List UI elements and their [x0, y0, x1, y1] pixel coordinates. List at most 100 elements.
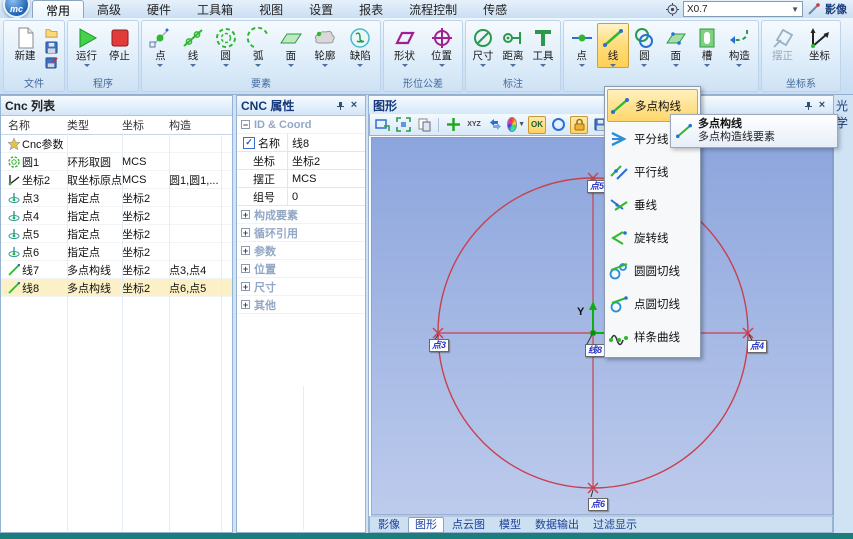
tab-gongjuxiang[interactable]: 工具箱 [184, 0, 246, 18]
construct-slot-button[interactable]: 槽 [691, 23, 722, 68]
table-row[interactable]: 点5 指定点 坐标2 [1, 225, 232, 243]
copy-view-icon[interactable] [415, 116, 433, 134]
tab-gaoji[interactable]: 高级 [84, 0, 134, 18]
section-id-coord[interactable]: − ID & Coord [237, 116, 365, 134]
property-row[interactable]: ✓名称 线8 [237, 134, 365, 152]
feature-circle-button[interactable]: 圆 [209, 23, 242, 68]
collapse-icon[interactable]: − [241, 120, 250, 129]
xyz-icon[interactable]: XYZ [465, 116, 483, 134]
circle-select-icon[interactable] [549, 116, 567, 134]
property-row[interactable]: 摆正 MCS [237, 170, 365, 188]
tab-yingjian[interactable]: 硬件 [134, 0, 184, 18]
tab-shezhi[interactable]: 设置 [296, 0, 346, 18]
col-coord[interactable]: 坐标 [122, 117, 169, 133]
tab-pointcloud[interactable]: 点云图 [446, 518, 491, 532]
shape-tolerance-button[interactable]: 形状 [386, 23, 423, 68]
add-icon[interactable] [444, 116, 462, 134]
stop-button[interactable]: 停止 [103, 23, 136, 63]
open-folder-icon[interactable] [45, 26, 58, 39]
application-orb-button[interactable]: mc [3, 0, 30, 18]
feature-defect-button[interactable]: 缺陷 [343, 23, 378, 68]
expand-icon[interactable]: + [241, 210, 250, 219]
menu-item-spline-curve[interactable]: 样条曲线 [607, 320, 698, 353]
section-collapsed[interactable]: +参数 [237, 242, 365, 260]
tab-model[interactable]: 模型 [493, 518, 527, 532]
position-tolerance-button[interactable]: 位置 [423, 23, 460, 68]
distance-button[interactable]: 距离 [498, 23, 528, 68]
run-button[interactable]: 运行 [70, 23, 103, 68]
tab-liuchengkongzhi[interactable]: 流程控制 [396, 0, 470, 18]
expand-icon[interactable]: + [241, 282, 250, 291]
save-icon[interactable] [45, 41, 58, 54]
feature-plane-button[interactable]: 面 [275, 23, 308, 68]
magnification-combobox[interactable]: X0.7 ▼ [683, 1, 803, 17]
coordinate-button[interactable]: 坐标 [801, 23, 838, 63]
lock-icon[interactable] [570, 116, 588, 134]
table-row[interactable]: Cnc参数 [1, 135, 232, 153]
property-value[interactable]: 0 [287, 188, 365, 205]
property-value[interactable]: MCS [287, 170, 365, 187]
table-row[interactable]: 圆1 环形取圆 MCS [1, 153, 232, 171]
table-row[interactable]: 线7 多点构线 坐标2 点3,点4 [1, 261, 232, 279]
table-row[interactable]: 点4 指定点 坐标2 [1, 207, 232, 225]
col-type[interactable]: 类型 [67, 117, 122, 133]
menu-item-parallel-line[interactable]: 平行线 [607, 155, 698, 188]
close-icon[interactable]: × [347, 99, 361, 112]
section-collapsed[interactable]: +位置 [237, 260, 365, 278]
target-icon[interactable] [666, 3, 679, 16]
canvas-label-p6[interactable]: 点6 [588, 498, 608, 511]
section-collapsed[interactable]: +循环引用 [237, 224, 365, 242]
section-collapsed[interactable]: +其他 [237, 296, 365, 314]
expand-icon[interactable]: + [241, 300, 250, 309]
construct-circle-button[interactable]: 圆 [629, 23, 660, 68]
pin-icon[interactable] [801, 99, 815, 112]
table-row[interactable]: 坐标2 取坐标原点 MCS 圆1,圆1,... [1, 171, 232, 189]
close-icon[interactable]: × [815, 99, 829, 112]
tab-changyong[interactable]: 常用 [32, 0, 84, 19]
ok-toggle-icon[interactable]: OK [528, 116, 546, 134]
col-name[interactable]: 名称 [1, 117, 67, 133]
tab-graphics[interactable]: 图形 [408, 517, 444, 533]
property-row[interactable]: 组号 0 [237, 188, 365, 206]
zoom-rect-icon[interactable] [373, 116, 391, 134]
align-button[interactable]: 摆正 [764, 23, 801, 63]
checkbox-checked-icon[interactable]: ✓ [243, 137, 255, 149]
tools-button[interactable]: 工具 [528, 23, 558, 68]
optics-side-tab[interactable]: 光学 [836, 97, 853, 131]
construct-line-button[interactable]: 线 [597, 23, 628, 68]
property-value[interactable]: 线8 [287, 134, 365, 151]
canvas-label-l8[interactable]: 线8 [585, 344, 605, 357]
tab-image[interactable]: 影像 [372, 518, 406, 532]
property-row[interactable]: 坐标 坐标2 [237, 152, 365, 170]
construct-build-button[interactable]: 构造 [723, 23, 756, 68]
dimension-button[interactable]: 尺寸 [468, 23, 498, 68]
color-wheel-icon[interactable]: ▼ [507, 116, 525, 134]
tab-chuangan[interactable]: 传感 [470, 0, 520, 18]
swap-arrows-icon[interactable] [486, 116, 504, 134]
pin-icon[interactable] [333, 99, 347, 112]
menu-item-perpendicular-line[interactable]: 垂线 [607, 188, 698, 221]
expand-icon[interactable]: + [241, 228, 250, 237]
menu-item-rotated-line[interactable]: 旋转线 [607, 221, 698, 254]
menu-item-point-circle-tangent[interactable]: 点圆切线 [607, 287, 698, 320]
table-row-selected[interactable]: 线8 多点构线 坐标2 点6,点5 [1, 279, 232, 297]
save-as-icon[interactable] [45, 56, 58, 69]
menu-item-circle-circle-tangent[interactable]: 圆圆切线 [607, 254, 698, 287]
col-construct[interactable]: 构造 [169, 117, 232, 133]
feature-arc-button[interactable]: 弧 [242, 23, 275, 68]
new-button[interactable]: 新建 [6, 23, 44, 63]
graphics-canvas[interactable]: Y [371, 137, 834, 516]
table-row[interactable]: 点6 指定点 坐标2 [1, 243, 232, 261]
fit-view-icon[interactable] [394, 116, 412, 134]
feature-point-button[interactable]: 点 [144, 23, 177, 68]
feature-contour-button[interactable]: 轮廓 [307, 23, 342, 68]
expand-icon[interactable]: + [241, 246, 250, 255]
construct-point-button[interactable]: 点 [566, 23, 597, 68]
section-collapsed[interactable]: +尺寸 [237, 278, 365, 296]
construct-plane-button[interactable]: 面 [660, 23, 691, 68]
property-value[interactable]: 坐标2 [287, 152, 365, 169]
tab-filterdisplay[interactable]: 过滤显示 [587, 518, 643, 532]
section-collapsed[interactable]: +构成要素 [237, 206, 365, 224]
tab-shitu[interactable]: 视图 [246, 0, 296, 18]
tab-baobiao[interactable]: 报表 [346, 0, 396, 18]
